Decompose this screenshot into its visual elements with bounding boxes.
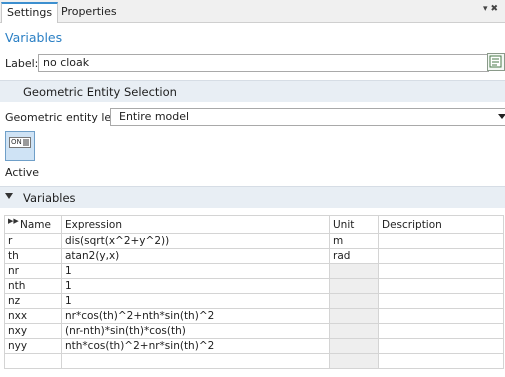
- section-variables[interactable]: Variables: [0, 186, 505, 208]
- table-row[interactable]: nyy nth*cos(th)^2+nr*sin(th)^2: [4, 338, 504, 354]
- table-row[interactable]: r dis(sqrt(x^2+y^2)) m: [4, 233, 504, 249]
- panel-menu-icons[interactable]: ▾✖: [483, 4, 501, 14]
- cell-expression[interactable]: nr*cos(th)^2+nth*sin(th)^2: [61, 308, 330, 324]
- cell-name[interactable]: nxx: [4, 308, 62, 324]
- select-value: Entire model: [119, 110, 190, 123]
- column-header-expression[interactable]: Expression: [61, 215, 330, 234]
- tab-properties[interactable]: Properties: [56, 2, 122, 22]
- cell-name[interactable]: nyy: [4, 338, 62, 354]
- section-geometric-entity-selection[interactable]: Geometric Entity Selection: [0, 80, 505, 102]
- cell-unit[interactable]: m: [329, 233, 379, 249]
- table-row[interactable]: nxy (nr-nth)*sin(th)*cos(th): [4, 323, 504, 339]
- expand-columns-icon[interactable]: ▶▶: [8, 217, 19, 225]
- table-row[interactable]: nxx nr*cos(th)^2+nth*sin(th)^2: [4, 308, 504, 324]
- cell-description[interactable]: [378, 233, 504, 249]
- cell-name[interactable]: th: [4, 248, 62, 264]
- cell-name[interactable]: nz: [4, 293, 62, 309]
- table-row[interactable]: th atan2(y,x) rad: [4, 248, 504, 264]
- cell-expression[interactable]: [61, 353, 330, 369]
- active-toggle-button[interactable]: ON: [5, 131, 35, 161]
- column-header-name[interactable]: ▶▶ Name: [4, 215, 62, 234]
- cell-description[interactable]: [378, 278, 504, 294]
- column-header-description[interactable]: Description: [378, 215, 504, 234]
- collapse-arrow-icon[interactable]: [5, 193, 13, 199]
- cell-description[interactable]: [378, 263, 504, 279]
- active-label: Active: [5, 166, 40, 179]
- cell-expression[interactable]: (nr-nth)*sin(th)*cos(th): [61, 323, 330, 339]
- cell-description[interactable]: [378, 338, 504, 354]
- cell-expression[interactable]: nth*cos(th)^2+nr*sin(th)^2: [61, 338, 330, 354]
- label-input[interactable]: no cloak: [38, 54, 489, 72]
- cell-unit[interactable]: [329, 308, 379, 324]
- cell-description[interactable]: [378, 323, 504, 339]
- table-row[interactable]: nth 1: [4, 278, 504, 294]
- tab-settings[interactable]: Settings: [1, 2, 59, 23]
- on-switch-icon: ON: [9, 137, 31, 148]
- cell-unit[interactable]: [329, 278, 379, 294]
- tab-bar: Settings Properties ▾✖: [0, 0, 505, 23]
- cell-description[interactable]: [378, 293, 504, 309]
- section-title: Geometric Entity Selection: [23, 85, 177, 99]
- switch-knob: [23, 139, 29, 146]
- edit-icon: [489, 55, 502, 68]
- section-title: Variables: [23, 191, 76, 205]
- cell-description[interactable]: [378, 308, 504, 324]
- cell-name[interactable]: nth: [4, 278, 62, 294]
- cell-expression[interactable]: 1: [61, 278, 330, 294]
- cell-description[interactable]: [378, 248, 504, 264]
- cell-expression[interactable]: 1: [61, 293, 330, 309]
- table-row[interactable]: nr 1: [4, 263, 504, 279]
- column-header-unit[interactable]: Unit: [329, 215, 379, 234]
- page-title: Variables: [5, 30, 63, 45]
- cell-expression[interactable]: atan2(y,x): [61, 248, 330, 264]
- toggle-text: ON: [11, 138, 22, 146]
- cell-unit[interactable]: [329, 353, 379, 369]
- cell-unit[interactable]: rad: [329, 248, 379, 264]
- table-row[interactable]: nz 1: [4, 293, 504, 309]
- cell-name[interactable]: nxy: [4, 323, 62, 339]
- cell-description[interactable]: [378, 353, 504, 369]
- table-body: r dis(sqrt(x^2+y^2)) m th atan2(y,x) rad nr 1 nt…: [4, 233, 504, 369]
- cell-name[interactable]: nr: [4, 263, 62, 279]
- geometric-entity-level-row: Geometric entity level: Entire model: [5, 108, 505, 126]
- variables-table: ▶▶ Name Expression Unit Description r dis(…: [4, 215, 504, 369]
- table-row[interactable]: [4, 353, 504, 369]
- cell-unit[interactable]: [329, 338, 379, 354]
- cell-unit[interactable]: [329, 263, 379, 279]
- edit-label-button[interactable]: [487, 53, 505, 71]
- cell-expression[interactable]: 1: [61, 263, 330, 279]
- table-header-row: ▶▶ Name Expression Unit Description: [4, 215, 504, 234]
- cell-name[interactable]: r: [4, 233, 62, 249]
- cell-unit[interactable]: [329, 293, 379, 309]
- geometric-entity-level-select[interactable]: Entire model: [110, 108, 505, 126]
- label-caption: Label:: [5, 57, 39, 70]
- cell-name[interactable]: [4, 353, 62, 369]
- cell-unit[interactable]: [329, 323, 379, 339]
- label-row: Label: no cloak: [5, 53, 505, 74]
- chevron-down-icon: [498, 114, 505, 119]
- cell-expression[interactable]: dis(sqrt(x^2+y^2)): [61, 233, 330, 249]
